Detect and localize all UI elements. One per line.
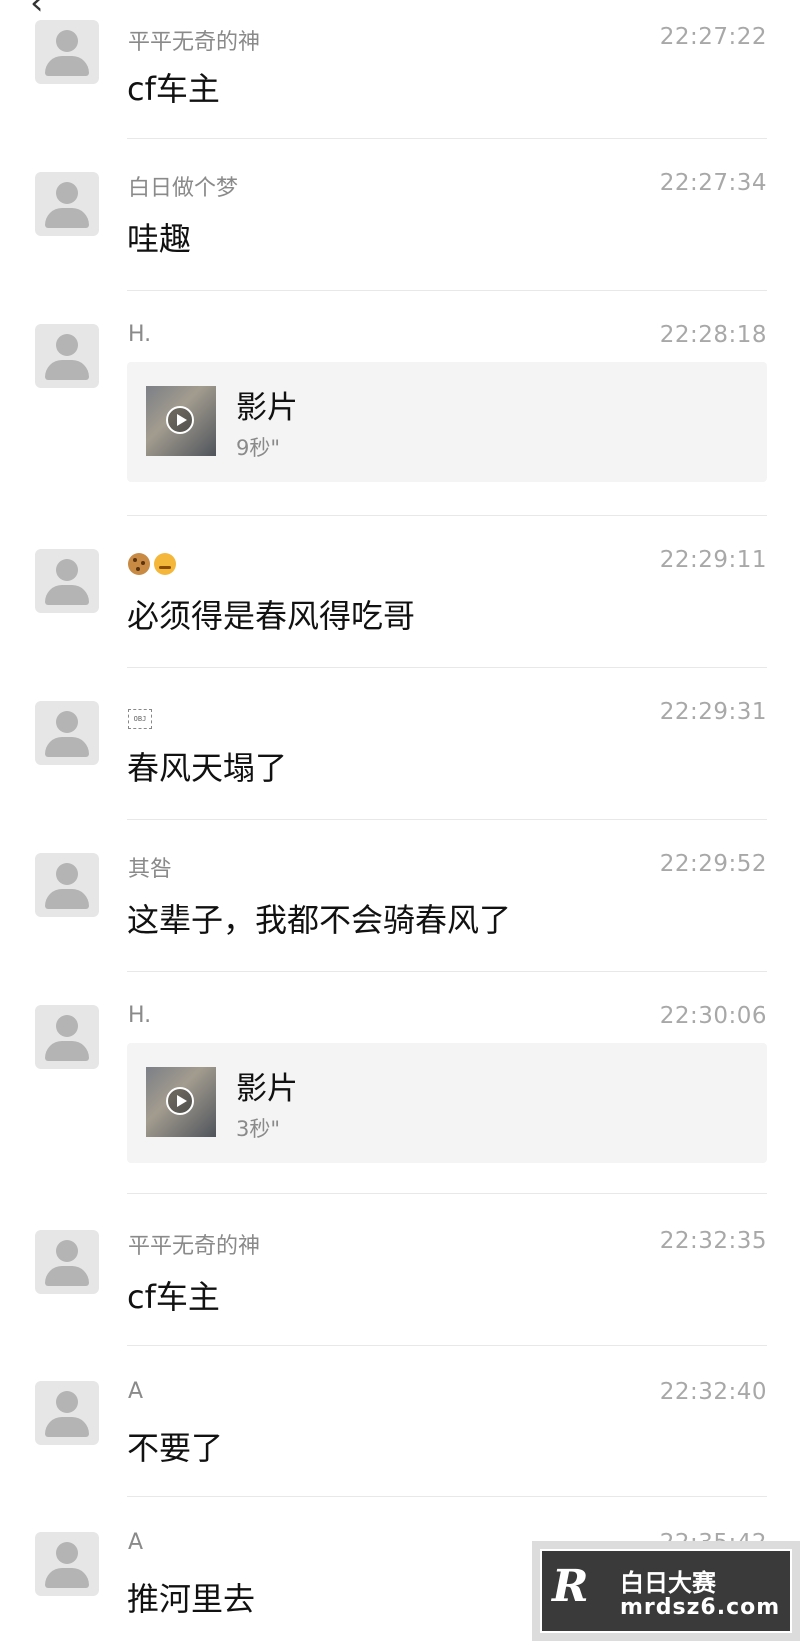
avatar[interactable] <box>35 172 99 236</box>
message-time: 22:32:40 <box>659 1379 767 1405</box>
avatar[interactable] <box>35 701 99 765</box>
message-text: 春风天塌了 <box>127 749 288 787</box>
video-duration: 9秒" <box>236 436 281 460</box>
sender-name: 平平无奇的神 <box>128 30 261 55</box>
sender-name: A <box>128 1530 144 1555</box>
message-text: 不要了 <box>127 1429 224 1467</box>
avatar[interactable] <box>35 324 99 388</box>
watermark: R 白日大赛 mrdsz6.com <box>532 1541 800 1641</box>
avatar[interactable] <box>35 1532 99 1596</box>
sender-name-emoji <box>128 553 180 577</box>
message-time: 22:28:18 <box>659 322 767 348</box>
avatar[interactable] <box>35 1381 99 1445</box>
avatar[interactable] <box>35 1230 99 1294</box>
watermark-logo: R <box>552 1561 589 1612</box>
divider <box>127 971 767 972</box>
message-time: 22:32:35 <box>659 1228 767 1254</box>
video-card[interactable]: 影片 9秒" <box>127 362 767 482</box>
chevron-left-icon[interactable]: ‹ <box>30 0 44 20</box>
cookie-emoji-icon <box>128 553 150 575</box>
video-thumbnail[interactable] <box>146 386 216 456</box>
video-title: 影片 <box>236 1071 298 1107</box>
message-text: 必须得是春风得吃哥 <box>127 597 416 635</box>
divider <box>127 515 767 516</box>
video-duration: 3秒" <box>236 1117 281 1141</box>
divider <box>127 819 767 820</box>
message-time: 22:27:34 <box>659 170 767 196</box>
sender-name-obj: OBJ <box>128 709 152 729</box>
video-title: 影片 <box>236 390 298 426</box>
message-text: 推河里去 <box>127 1580 256 1618</box>
sender-name: 其咎 <box>128 857 173 882</box>
sender-name: 平平无奇的神 <box>128 1234 261 1259</box>
play-icon <box>166 406 194 434</box>
divider <box>127 1496 767 1497</box>
message-text: cf车主 <box>127 1278 220 1316</box>
avatar[interactable] <box>35 20 99 84</box>
divider <box>127 1345 767 1346</box>
watermark-url: mrdsz6.com <box>620 1595 781 1620</box>
divider <box>127 1193 767 1194</box>
sender-name: 白日做个梦 <box>128 176 239 201</box>
message-time: 22:30:06 <box>659 1003 767 1029</box>
sender-name: H. <box>128 322 152 347</box>
message-time: 22:27:22 <box>659 24 767 50</box>
avatar[interactable] <box>35 549 99 613</box>
sender-name: A <box>128 1379 144 1404</box>
divider <box>127 138 767 139</box>
message-time: 22:29:11 <box>659 547 767 573</box>
play-icon <box>166 1087 194 1115</box>
sender-name: H. <box>128 1003 152 1028</box>
avatar[interactable] <box>35 1005 99 1069</box>
message-text: 哇趣 <box>127 220 192 258</box>
video-card[interactable]: 影片 3秒" <box>127 1043 767 1163</box>
divider <box>127 667 767 668</box>
message-text: cf车主 <box>127 70 220 108</box>
avatar[interactable] <box>35 853 99 917</box>
message-time: 22:29:31 <box>659 699 767 725</box>
message-time: 22:29:52 <box>659 851 767 877</box>
message-text: 这辈子，我都不会骑春风了 <box>127 901 512 939</box>
watermark-title: 白日大赛 <box>620 1569 716 1597</box>
angry-face-emoji-icon <box>154 553 176 575</box>
video-thumbnail[interactable] <box>146 1067 216 1137</box>
divider <box>127 290 767 291</box>
